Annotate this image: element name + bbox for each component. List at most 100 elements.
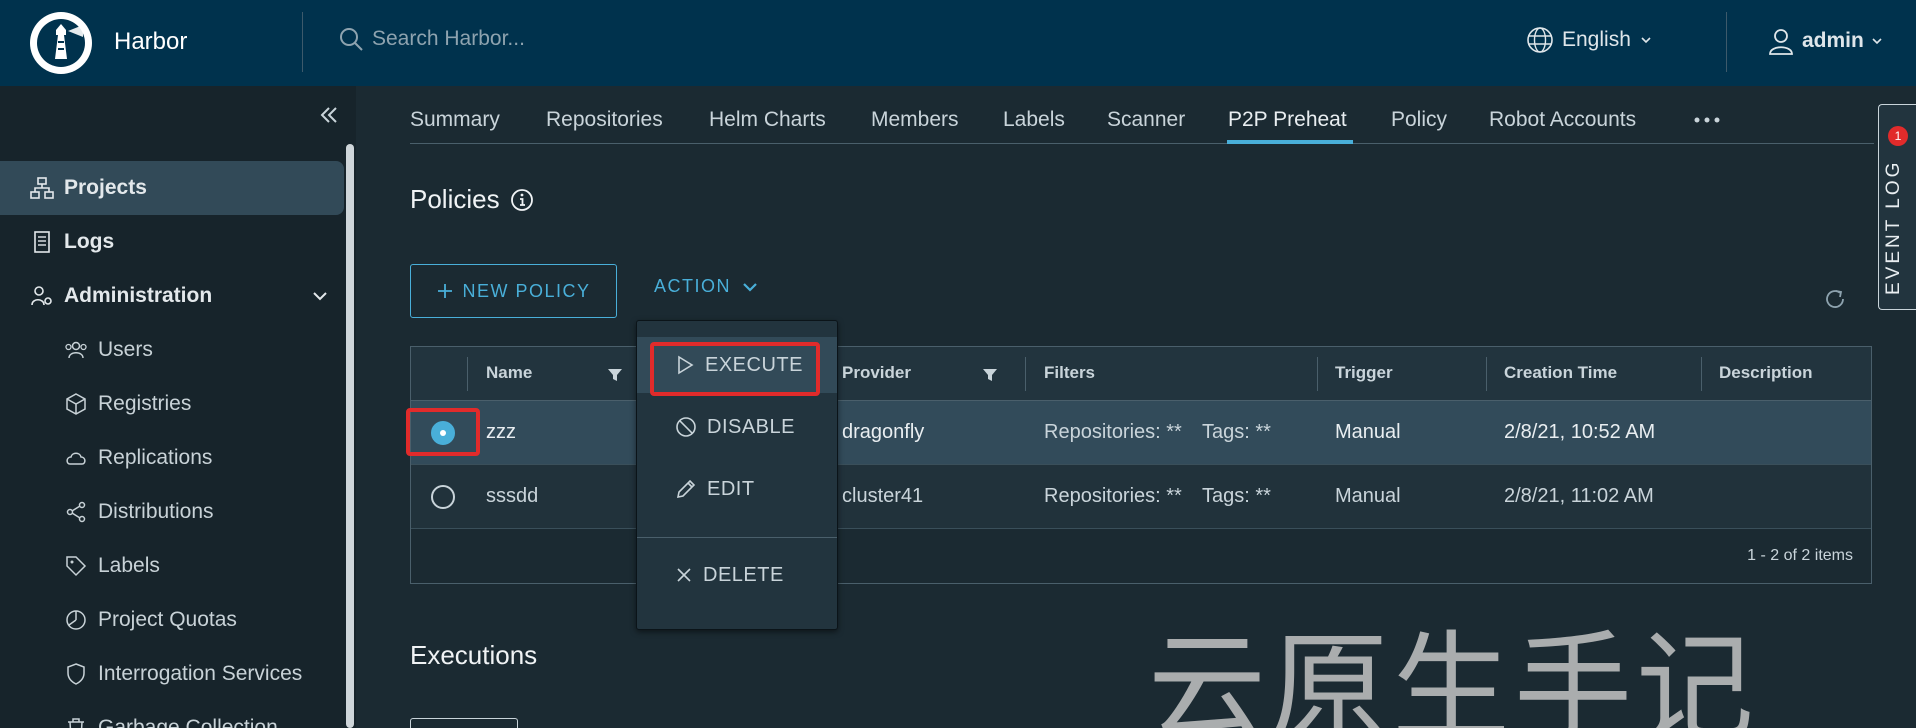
sidebar-item-project-quotas[interactable]: Project Quotas [0,593,344,647]
sidebar-item-label: Administration [64,284,213,307]
globe-icon [1527,27,1553,53]
column-header-description[interactable]: Description [1719,363,1813,383]
column-separator [467,357,468,391]
filter-icon[interactable] [607,367,623,383]
collapse-sidebar-button[interactable] [318,104,340,126]
user-icon [1769,29,1793,55]
policy-filter-repositories: Repositories: ** [1044,485,1182,507]
sidebar-item-label: Users [98,338,153,361]
global-search[interactable]: Search Harbor... [338,26,525,52]
policy-filter-tags: Tags: ** [1202,485,1271,507]
policy-creation-time: 2/8/21, 10:52 AM [1504,421,1656,443]
shield-icon [67,663,85,685]
edit-label: EDIT [707,477,755,500]
sidebar-item-label: Labels [98,554,160,577]
sidebar-item-label: Logs [64,230,115,253]
harbor-logo[interactable] [30,12,92,74]
sidebar-item-registries[interactable]: Registries [0,377,344,431]
sidebar-item-garbage-collection[interactable]: Garbage Collection [0,701,344,728]
highlight-box [406,408,480,456]
policy-provider: dragonfly [842,421,925,443]
chevron-down-icon [1872,38,1882,45]
column-header-filters[interactable]: Filters [1044,363,1095,383]
table-header: Name Provider Filters Trigger Creation T… [411,347,1871,401]
tab-scanner[interactable]: Scanner [1107,108,1185,132]
tab-summary[interactable]: Summary [410,108,500,132]
share-icon [66,501,86,523]
more-tabs-icon[interactable] [1694,116,1720,124]
column-header-provider[interactable]: Provider [842,363,911,383]
column-separator [1486,357,1487,391]
delete-label: DELETE [703,563,784,586]
user-menu[interactable]: admin [1766,26,1884,56]
column-header-creation-time[interactable]: Creation Time [1504,363,1617,383]
policy-trigger: Manual [1335,485,1401,507]
lighthouse-icon [37,19,85,67]
sidebar-item-label: Projects [64,176,147,199]
double-chevron-left-icon [320,107,337,123]
sidebar-item-projects[interactable]: Projects [0,161,344,215]
table-row[interactable]: sssdd cluster41 Repositories: ** Tags: *… [411,465,1871,529]
edit-menu-item[interactable]: EDIT [637,461,837,517]
logs-icon [34,231,50,253]
tab-robot-accounts[interactable]: Robot Accounts [1489,108,1636,132]
sidebar-item-replications[interactable]: Replications [0,431,344,485]
info-icon[interactable] [510,188,534,212]
tab-policy[interactable]: Policy [1391,108,1447,132]
chevron-down-icon [313,292,327,301]
sidebar-item-logs[interactable]: Logs [0,215,344,269]
column-header-name[interactable]: Name [486,363,532,383]
refresh-icon[interactable] [1822,286,1848,312]
sidebar-item-users[interactable]: Users [0,323,344,377]
sidebar-item-interrogation-services[interactable]: Interrogation Services [0,647,344,701]
disable-label: DISABLE [707,415,795,438]
delete-menu-item[interactable]: DELETE [637,547,837,603]
column-separator [1317,357,1318,391]
sidebar-scrollbar[interactable] [346,144,354,728]
column-separator [1701,357,1702,391]
language-selector[interactable]: English [1526,26,1653,54]
close-icon [677,568,691,582]
sidebar-item-labels[interactable]: Labels [0,539,344,593]
projects-icon [30,177,54,199]
filter-icon[interactable] [982,367,998,383]
search-icon [340,28,363,51]
tab-members[interactable]: Members [871,108,959,132]
chevron-down-icon [1641,37,1651,44]
event-log-badge: 1 [1888,126,1908,146]
tab-p2p-preheat[interactable]: P2P Preheat [1228,108,1347,132]
disable-menu-item[interactable]: DISABLE [637,399,837,455]
new-policy-button[interactable]: NEW POLICY [410,264,617,318]
policy-filter-tags: Tags: ** [1202,421,1271,443]
sidebar-item-administration[interactable]: Administration [0,269,344,323]
sidebar-item-label: Distributions [98,500,214,523]
event-log-label: EVENT LOG [1883,159,1904,295]
pencil-icon [676,479,696,499]
column-header-trigger[interactable]: Trigger [1335,363,1393,383]
executions-control[interactable] [410,718,518,728]
search-input[interactable]: Search Harbor... [372,27,525,51]
policy-provider: cluster41 [842,485,924,507]
tab-repositories[interactable]: Repositories [546,108,663,132]
policy-creation-time: 2/8/21, 11:02 AM [1504,485,1654,507]
policy-name: zzz [486,421,516,443]
pagination-summary: 1 - 2 of 2 items [1747,547,1853,564]
users-icon [65,341,87,359]
tab-labels[interactable]: Labels [1003,108,1065,132]
action-label: ACTION [654,276,732,296]
new-policy-label: NEW POLICY [462,280,591,301]
policy-name: sssdd [486,485,539,507]
table-row[interactable]: zzz dragonfly Repositories: ** Tags: ** … [411,401,1871,465]
cube-icon [66,393,86,415]
policies-table: Name Provider Filters Trigger Creation T… [410,346,1872,584]
active-tab-indicator [1227,140,1353,144]
action-dropdown-button[interactable]: ACTION [654,276,759,297]
sidebar-item-label: Project Quotas [98,608,237,631]
row-select-radio[interactable] [431,485,455,509]
ban-icon [676,417,696,437]
app-title[interactable]: Harbor [114,28,187,56]
sidebar-item-distributions[interactable]: Distributions [0,485,344,539]
tab-helm-charts[interactable]: Helm Charts [709,108,826,132]
project-tabs: Summary Repositories Helm Charts Members… [410,86,1874,144]
pie-icon [66,610,86,630]
